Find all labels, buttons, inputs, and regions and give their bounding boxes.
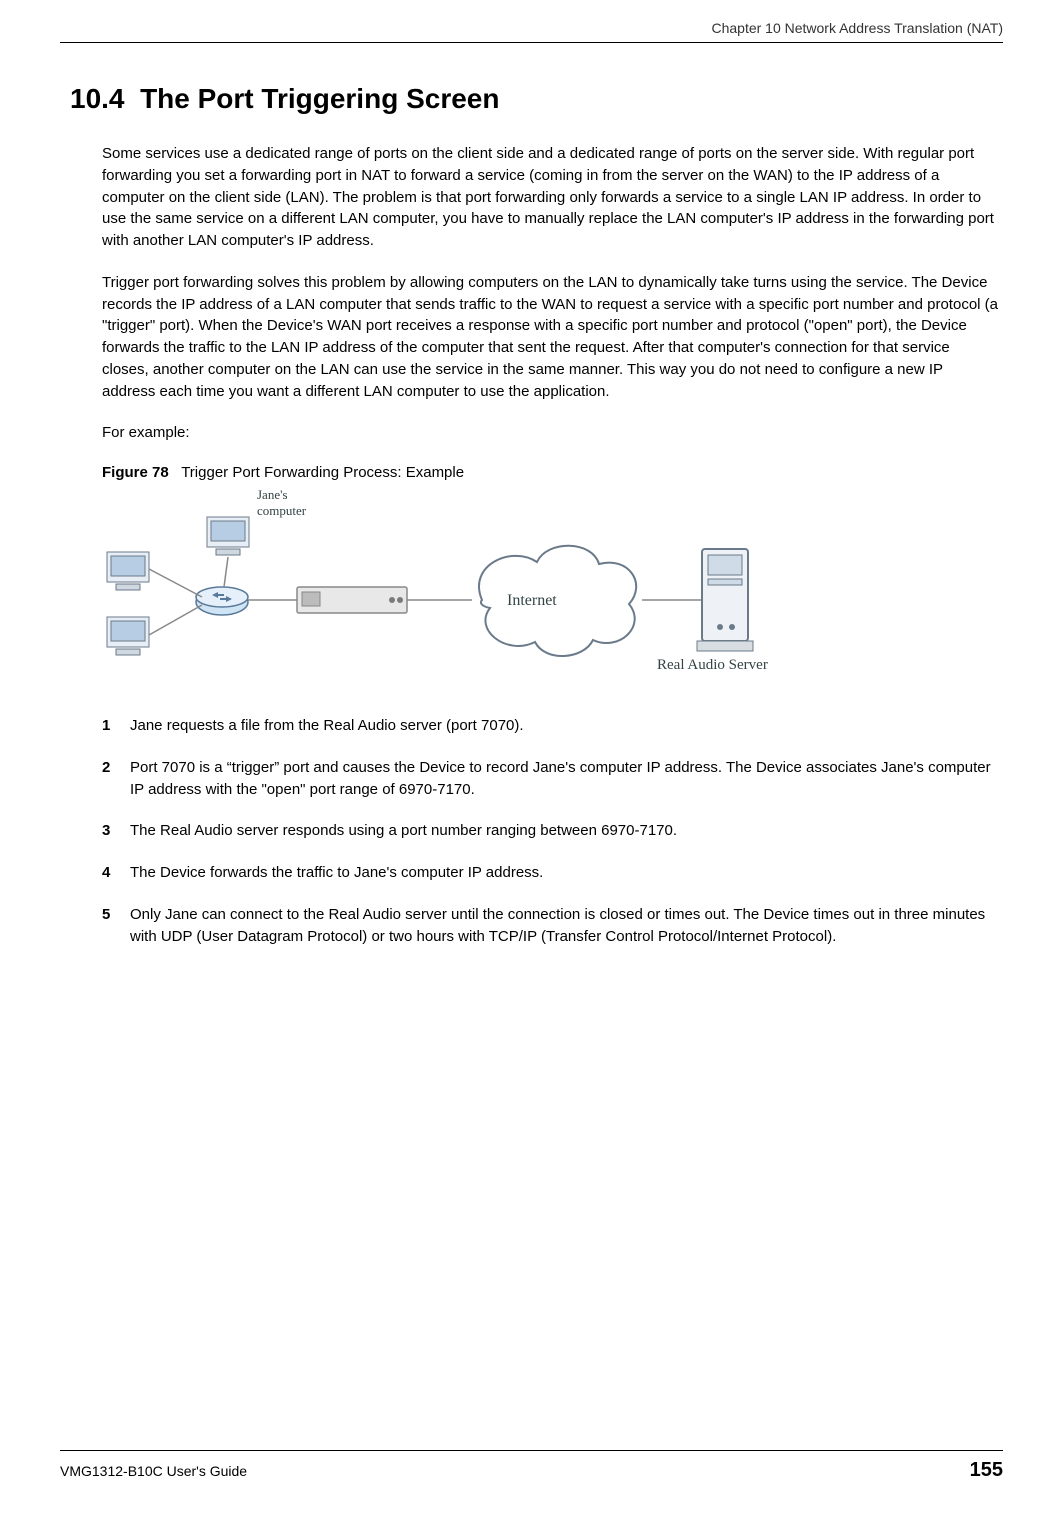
list-number: 4 <box>102 862 130 884</box>
paragraph-3: For example: <box>102 422 999 444</box>
jane-computer-icon <box>207 517 249 555</box>
section-number: 10.4 <box>70 83 125 114</box>
paragraph-2: Trigger port forwarding solves this prob… <box>102 272 999 403</box>
svg-text:Real Audio Server: Real Audio Server <box>657 657 768 673</box>
list-text: Jane requests a file from the Real Audio… <box>130 715 999 737</box>
lan-computer-icon <box>107 552 149 590</box>
main-content: Some services use a dedicated range of p… <box>102 143 999 947</box>
section-title: The Port Triggering Screen <box>140 83 499 114</box>
server-icon <box>697 549 753 651</box>
svg-text:Internet: Internet <box>507 592 557 609</box>
figure-caption: Figure 78 Trigger Port Forwarding Proces… <box>102 464 999 481</box>
list-item: 3 The Real Audio server responds using a… <box>102 820 999 842</box>
svg-text:Jane's: Jane's <box>257 487 288 502</box>
figure-diagram: Jane's computer <box>102 487 999 677</box>
device-icon <box>297 587 407 613</box>
list-text: Port 7070 is a “trigger” port and causes… <box>130 757 999 801</box>
server-label: Real Audio Server <box>657 657 768 673</box>
list-item: 1 Jane requests a file from the Real Aud… <box>102 715 999 737</box>
list-text: The Device forwards the traffic to Jane'… <box>130 862 999 884</box>
list-text: The Real Audio server responds using a p… <box>130 820 999 842</box>
internet-label: Internet <box>507 592 557 609</box>
section-heading: 10.4 The Port Triggering Screen <box>70 83 1003 115</box>
figure-label: Figure 78 <box>102 464 169 481</box>
list-item: 5 Only Jane can connect to the Real Audi… <box>102 904 999 948</box>
jane-label-1: Jane's <box>257 487 288 502</box>
list-number: 2 <box>102 757 130 801</box>
list-number: 3 <box>102 820 130 842</box>
internet-cloud-icon <box>479 546 636 656</box>
chapter-header: Chapter 10 Network Address Translation (… <box>60 20 1003 43</box>
page-footer: VMG1312-B10C User's Guide 155 <box>60 1450 1003 1482</box>
list-number: 5 <box>102 904 130 948</box>
list-number: 1 <box>102 715 130 737</box>
lan-computer-icon <box>107 617 149 655</box>
footer-guide: VMG1312-B10C User's Guide <box>60 1463 247 1479</box>
numbered-list: 1 Jane requests a file from the Real Aud… <box>102 715 999 947</box>
jane-label-2: computer <box>257 503 307 518</box>
router-icon <box>196 587 248 615</box>
footer-page-number: 155 <box>970 1459 1003 1482</box>
list-item: 4 The Device forwards the traffic to Jan… <box>102 862 999 884</box>
list-item: 2 Port 7070 is a “trigger” port and caus… <box>102 757 999 801</box>
paragraph-1: Some services use a dedicated range of p… <box>102 143 999 252</box>
svg-text:computer: computer <box>257 503 307 518</box>
list-text: Only Jane can connect to the Real Audio … <box>130 904 999 948</box>
figure-caption-text: Trigger Port Forwarding Process: Example <box>181 464 464 481</box>
